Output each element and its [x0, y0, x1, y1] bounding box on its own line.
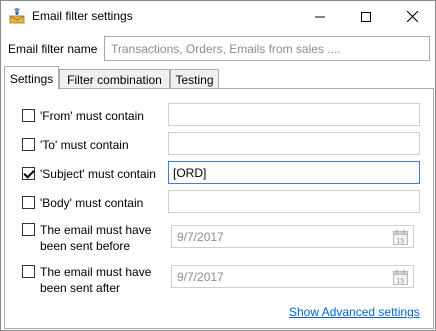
- window-title: Email filter settings: [32, 9, 133, 23]
- maximize-button[interactable]: [343, 1, 389, 32]
- tab-settings[interactable]: Settings: [4, 66, 59, 90]
- tab-testing[interactable]: Testing: [170, 69, 219, 89]
- sent-before-date-value: 9/7/2017: [177, 230, 224, 244]
- minimize-icon: [315, 16, 325, 17]
- calendar-icon[interactable]: 15: [393, 229, 408, 245]
- sent-before-label-line2: been sent before: [40, 239, 131, 253]
- from-checkbox[interactable]: [22, 109, 35, 122]
- to-checkbox[interactable]: [22, 138, 35, 151]
- minimize-button[interactable]: [297, 1, 343, 32]
- sent-before-date-picker[interactable]: 9/7/2017 15: [171, 225, 414, 248]
- filter-name-label: Email filter name: [8, 42, 98, 56]
- sent-before-checkbox[interactable]: [22, 223, 35, 236]
- sent-after-label-line1: The email must have: [40, 265, 152, 279]
- tab-filter-combination[interactable]: Filter combination: [59, 69, 170, 89]
- subject-input[interactable]: [ORD]: [168, 161, 420, 184]
- body-input[interactable]: [168, 190, 420, 213]
- sent-after-date-picker[interactable]: 9/7/2017 15: [171, 265, 414, 288]
- envelope-filter-icon: [9, 8, 25, 24]
- sent-before-label-line1: The email must have: [40, 223, 152, 237]
- calendar-icon[interactable]: 15: [393, 269, 408, 285]
- from-input[interactable]: [168, 103, 420, 126]
- subject-label: 'Subject' must contain: [40, 167, 156, 181]
- close-icon: [406, 11, 418, 22]
- sent-after-label-line2: been sent after: [40, 281, 121, 295]
- email-filter-settings-window: Email filter settings Email filter name …: [0, 0, 436, 331]
- sent-after-checkbox[interactable]: [22, 265, 35, 278]
- to-label: 'To' must contain: [40, 138, 129, 152]
- to-input[interactable]: [168, 132, 420, 155]
- from-label: 'From' must contain: [40, 109, 144, 123]
- filter-name-input[interactable]: [104, 36, 430, 61]
- subject-checkbox[interactable]: [22, 167, 35, 180]
- sent-after-date-value: 9/7/2017: [177, 270, 224, 284]
- settings-panel: 'From' must contain 'To' must contain 'S…: [4, 88, 434, 329]
- show-advanced-settings-link[interactable]: Show Advanced settings: [289, 305, 420, 319]
- calendar-day: 15: [397, 278, 405, 285]
- body-checkbox[interactable]: [22, 196, 35, 209]
- calendar-day: 15: [397, 238, 405, 245]
- title-bar[interactable]: Email filter settings: [1, 1, 435, 32]
- maximize-icon: [361, 11, 371, 22]
- body-label: 'Body' must contain: [40, 196, 144, 210]
- close-button[interactable]: [389, 1, 435, 32]
